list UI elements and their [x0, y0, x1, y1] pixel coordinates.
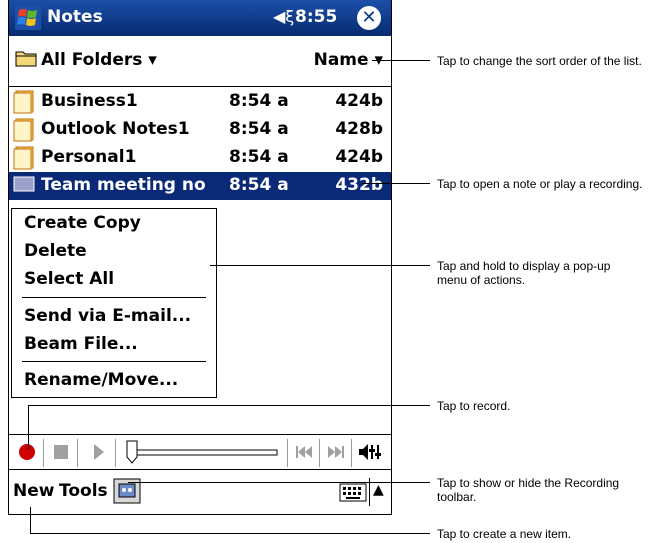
note-time: 8:54 a — [229, 147, 289, 167]
note-name: Outlook Notes1 — [41, 119, 190, 139]
play-button[interactable] — [89, 439, 109, 465]
note-size: 432b — [335, 175, 383, 195]
callout-record: Tap to record. — [437, 399, 511, 413]
note-name: Business1 — [41, 91, 138, 111]
record-button[interactable] — [17, 439, 37, 465]
input-selector-arrow-icon[interactable]: ▲ — [373, 482, 384, 498]
toolbar-separator — [115, 439, 116, 467]
callout-new: Tap to create a new item. — [437, 527, 572, 541]
popup-menu: Create Copy Delete Select All Send via E… — [11, 208, 217, 398]
folder-dropdown[interactable]: All Folders ▾ — [41, 50, 157, 70]
skip-back-icon[interactable] — [293, 439, 315, 465]
note-time: 8:54 a — [229, 175, 289, 195]
list-item[interactable]: Business1 8:54 a 424b — [9, 88, 391, 116]
callout-line-toggle — [128, 482, 430, 483]
menu-item-delete[interactable]: Delete — [24, 241, 87, 261]
menu-item-send-email[interactable]: Send via E-mail... — [24, 306, 191, 326]
list-item[interactable]: Outlook Notes1 8:54 a 428b — [9, 116, 391, 144]
folder-bar: All Folders ▾ Name ▾ — [9, 36, 391, 87]
note-time: 8:54 a — [229, 119, 289, 139]
menu-separator — [22, 361, 206, 362]
callout-line-sort — [372, 60, 430, 61]
stop-button[interactable] — [51, 439, 71, 465]
list-item[interactable]: Personal1 8:54 a 424b — [9, 144, 391, 172]
toolbar-separator — [319, 439, 320, 467]
close-icon[interactable]: ✕ — [357, 6, 381, 30]
folder-icon — [15, 51, 37, 67]
toolbar-separator — [287, 439, 288, 467]
windows-flag-icon[interactable] — [15, 6, 41, 30]
note-size: 424b — [335, 147, 383, 167]
note-time: 8:54 a — [229, 91, 289, 111]
menu-item-rename-move[interactable]: Rename/Move... — [24, 370, 178, 390]
note-size: 424b — [335, 91, 383, 111]
callout-line-open — [362, 183, 430, 184]
callout-line-new-v — [30, 507, 31, 533]
callout-line-new — [30, 533, 430, 534]
note-name: Personal1 — [41, 147, 137, 167]
menu-item-select-all[interactable]: Select All — [24, 269, 114, 289]
toolbar-separator — [77, 439, 78, 467]
title-bar: Notes ◀ξ 8:55 ✕ — [9, 0, 391, 36]
note-size: 428b — [335, 119, 383, 139]
toolbar-separator — [43, 439, 44, 467]
recording-toolbar — [9, 434, 391, 470]
callout-line-hold — [210, 265, 430, 266]
speaker-icon[interactable]: ◀ξ — [273, 7, 294, 26]
clock[interactable]: 8:55 — [295, 7, 337, 27]
new-button[interactable]: New — [13, 481, 54, 501]
menu-item-beam-file[interactable]: Beam File... — [24, 334, 138, 354]
callout-line-record-v — [28, 405, 29, 449]
skip-forward-icon[interactable] — [325, 439, 347, 465]
note-icon — [13, 118, 34, 142]
menu-separator — [22, 297, 206, 298]
callout-line-record — [28, 405, 430, 406]
callout-open: Tap to open a note or play a recording. — [437, 177, 643, 191]
callout-hold: Tap and hold to display a pop-up menu of… — [437, 259, 611, 287]
keyboard-icon[interactable] — [339, 482, 367, 504]
list-item-selected[interactable]: Team meeting no 8:54 a 432b — [9, 172, 391, 200]
volume-icon[interactable] — [357, 439, 383, 465]
position-slider[interactable] — [121, 439, 281, 465]
note-name: Team meeting no — [41, 175, 206, 195]
menu-item-create-copy[interactable]: Create Copy — [24, 213, 141, 233]
toolbar-separator — [351, 439, 352, 467]
callout-toggle: Tap to show or hide the Recording toolba… — [437, 476, 620, 504]
note-icon — [13, 90, 34, 114]
callout-sort: Tap to change the sort order of the list… — [437, 54, 642, 68]
command-bar: New Tools ▲ — [9, 470, 391, 514]
recording-icon — [13, 176, 35, 192]
pocket-pc-screen: Notes ◀ξ 8:55 ✕ All Folders ▾ Name ▾ Bus… — [8, 0, 392, 515]
app-title: Notes — [47, 7, 103, 27]
note-icon — [13, 146, 34, 170]
tools-menu[interactable]: Tools — [59, 481, 108, 501]
